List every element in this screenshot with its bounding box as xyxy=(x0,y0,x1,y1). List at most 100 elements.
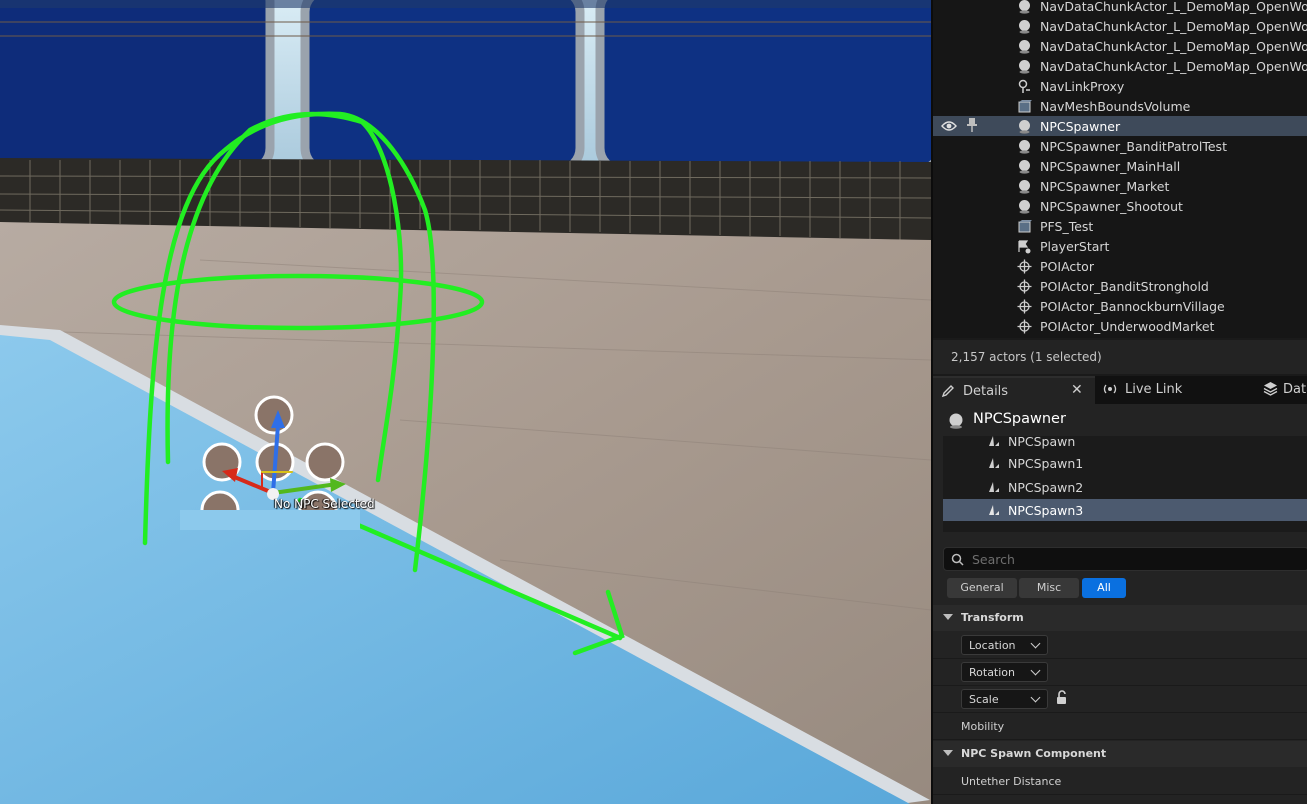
rotation-row: Rotation xyxy=(933,659,1307,686)
tab-details-label: Details xyxy=(963,384,1009,399)
viewport-scene xyxy=(0,0,931,804)
outliner-item-label: POIActor_BanditStronghold xyxy=(1040,279,1209,294)
pencil-icon xyxy=(941,385,954,398)
crosshair-icon xyxy=(1017,279,1032,294)
outliner-row[interactable]: NPCSpawner_Shootout xyxy=(933,196,1307,216)
outliner-row[interactable]: POIActor_BanditStronghold xyxy=(933,276,1307,296)
screen-panels xyxy=(0,0,931,175)
chevron-down-icon xyxy=(1030,665,1041,676)
rotation-dropdown[interactable]: Rotation xyxy=(961,662,1048,682)
outliner-item-label: NavLinkProxy xyxy=(1040,79,1125,94)
outliner-item-label: PlayerStart xyxy=(1040,239,1110,254)
crosshair-icon xyxy=(1017,299,1032,314)
outliner-item-label: PFS_Test xyxy=(1040,219,1094,234)
world-outliner: NavDataChunkActor_L_DemoMap_OpenWorld_ Na… xyxy=(933,0,1307,338)
search-icon xyxy=(951,553,964,566)
outliner-row[interactable]: POIActor_UnderwoodMarket xyxy=(933,316,1307,336)
component-row[interactable]: NPCSpawn1 xyxy=(943,452,1307,474)
outliner-row[interactable]: PlayerStart xyxy=(933,236,1307,256)
filter-misc-button[interactable]: Misc xyxy=(1019,578,1079,598)
spawn-component-icon xyxy=(989,482,999,492)
untether-distance-row: Untether Distance xyxy=(933,768,1307,795)
crosshair-icon xyxy=(1017,259,1032,274)
outliner-row[interactable]: NavDataChunkActor_L_DemoMap_OpenWorld_ xyxy=(933,0,1307,16)
outliner-item-label: POIActor_BannockburnVillage xyxy=(1040,299,1225,314)
mobility-row: Mobility xyxy=(933,713,1307,740)
outliner-row[interactable]: NPCSpawner_Market xyxy=(933,176,1307,196)
collapse-arrow-icon xyxy=(943,614,953,620)
outliner-item-label: NavDataChunkActor_L_DemoMap_OpenWorld_ xyxy=(1040,0,1307,14)
spawn-component-icon xyxy=(989,458,999,468)
level-viewport[interactable]: No NPC Selected xyxy=(0,0,931,804)
mobility-label: Mobility xyxy=(961,720,1005,733)
outliner-row[interactable]: NavLinkProxy xyxy=(933,76,1307,96)
chevron-down-icon xyxy=(1030,638,1041,649)
actor-sphere-icon xyxy=(949,413,963,429)
outliner-item-label: NPCSpawner_Shootout xyxy=(1040,199,1183,214)
outliner-row[interactable]: NavDataChunkActor_L_DemoMap_OpenWorld_ xyxy=(933,36,1307,56)
outliner-item-label: NavDataChunkActor_L_DemoMap_OpenWorld_ xyxy=(1040,39,1307,54)
filter-general-button[interactable]: General xyxy=(947,578,1017,598)
pin-icon[interactable] xyxy=(966,118,978,132)
outliner-row[interactable]: NPCSpawner_MainHall xyxy=(933,156,1307,176)
outliner-item-label: NavMeshBoundsVolume xyxy=(1040,99,1191,114)
transform-section-header[interactable]: Transform xyxy=(933,605,1307,631)
outliner-item-label: POIActor xyxy=(1040,259,1094,274)
volume-icon xyxy=(1018,220,1032,233)
outliner-row[interactable]: POIActor_BannockburnVillage xyxy=(933,296,1307,316)
crosshair-icon xyxy=(1017,319,1032,334)
filter-all-button[interactable]: All xyxy=(1082,578,1126,598)
live-link-icon xyxy=(1103,384,1117,394)
outliner-item-label: NPCSpawner xyxy=(1040,119,1121,134)
outliner-item-label: POIActor_UnderwoodMarket xyxy=(1040,319,1215,334)
spawn-component-icon xyxy=(989,505,999,515)
tab-details[interactable]: Details ✕ xyxy=(933,376,1095,404)
location-row: Location xyxy=(933,632,1307,659)
outliner-row[interactable]: PFS_Test xyxy=(933,216,1307,236)
actor-count-status: 2,157 actors (1 selected) xyxy=(933,340,1307,374)
npc-selection-label: No NPC Selected xyxy=(274,497,375,511)
scale-dropdown[interactable]: Scale xyxy=(961,689,1048,709)
component-tree: NPCSpawn NPCSpawn1 NPCSpawn2 NPCSpawn3 xyxy=(943,436,1307,532)
component-row-selected[interactable]: NPCSpawn3 xyxy=(943,499,1307,521)
scale-row: Scale xyxy=(933,686,1307,713)
chevron-down-icon xyxy=(1030,692,1041,703)
outliner-row[interactable]: NavMeshBoundsVolume xyxy=(933,96,1307,116)
actor-sphere-icon xyxy=(1019,40,1030,54)
collapse-arrow-icon xyxy=(943,750,953,756)
npc-spawn-section-header[interactable]: NPC Spawn Component xyxy=(933,741,1307,767)
actor-sphere-icon xyxy=(1019,160,1030,174)
details-title: NPCSpawner xyxy=(973,411,1066,427)
outliner-row[interactable]: NavDataChunkActor_L_DemoMap_OpenWorld_ xyxy=(933,16,1307,36)
outliner-row-selected[interactable]: NPCSpawner xyxy=(933,116,1307,136)
outliner-row[interactable]: NPCSpawner_BanditPatrolTest xyxy=(933,136,1307,156)
tab-live-link-label: Live Link xyxy=(1125,382,1183,397)
actor-sphere-icon xyxy=(1019,140,1030,154)
search-input[interactable] xyxy=(970,551,1294,568)
details-title-row: NPCSpawner xyxy=(933,404,1307,436)
nav-link-icon xyxy=(1018,79,1030,93)
eye-icon[interactable] xyxy=(941,120,957,132)
component-row[interactable]: NPCSpawn xyxy=(943,436,1307,452)
close-icon[interactable]: ✕ xyxy=(1071,382,1083,398)
details-search[interactable] xyxy=(943,547,1307,571)
actor-sphere-icon xyxy=(1019,120,1030,134)
outliner-row[interactable]: NavDataChunkActor_L_DemoMap_OpenWorld_ xyxy=(933,56,1307,76)
player-start-icon xyxy=(1018,240,1031,254)
component-row[interactable]: NPCSpawn2 xyxy=(943,476,1307,498)
actor-sphere-icon xyxy=(1019,0,1030,14)
tab-data[interactable]: Data xyxy=(1259,376,1307,404)
panel-tabs: Details ✕ Live Link Data xyxy=(933,376,1307,404)
tab-live-link[interactable]: Live Link xyxy=(1095,376,1259,404)
tab-data-label: Data xyxy=(1283,382,1307,397)
outliner-row[interactable]: POIActor xyxy=(933,256,1307,276)
unlock-icon[interactable] xyxy=(1055,690,1069,706)
actor-sphere-icon xyxy=(1019,20,1030,34)
untether-distance-label: Untether Distance xyxy=(961,775,1062,788)
actor-sphere-icon xyxy=(1019,200,1030,214)
outliner-item-label: NPCSpawner_Market xyxy=(1040,179,1170,194)
details-panel: NPCSpawner NPCSpawn NPCSpawn1 NPCSpawn2 … xyxy=(933,404,1307,804)
location-dropdown[interactable]: Location xyxy=(961,635,1048,655)
actor-sphere-icon xyxy=(1019,60,1030,74)
property-row xyxy=(933,795,1307,804)
